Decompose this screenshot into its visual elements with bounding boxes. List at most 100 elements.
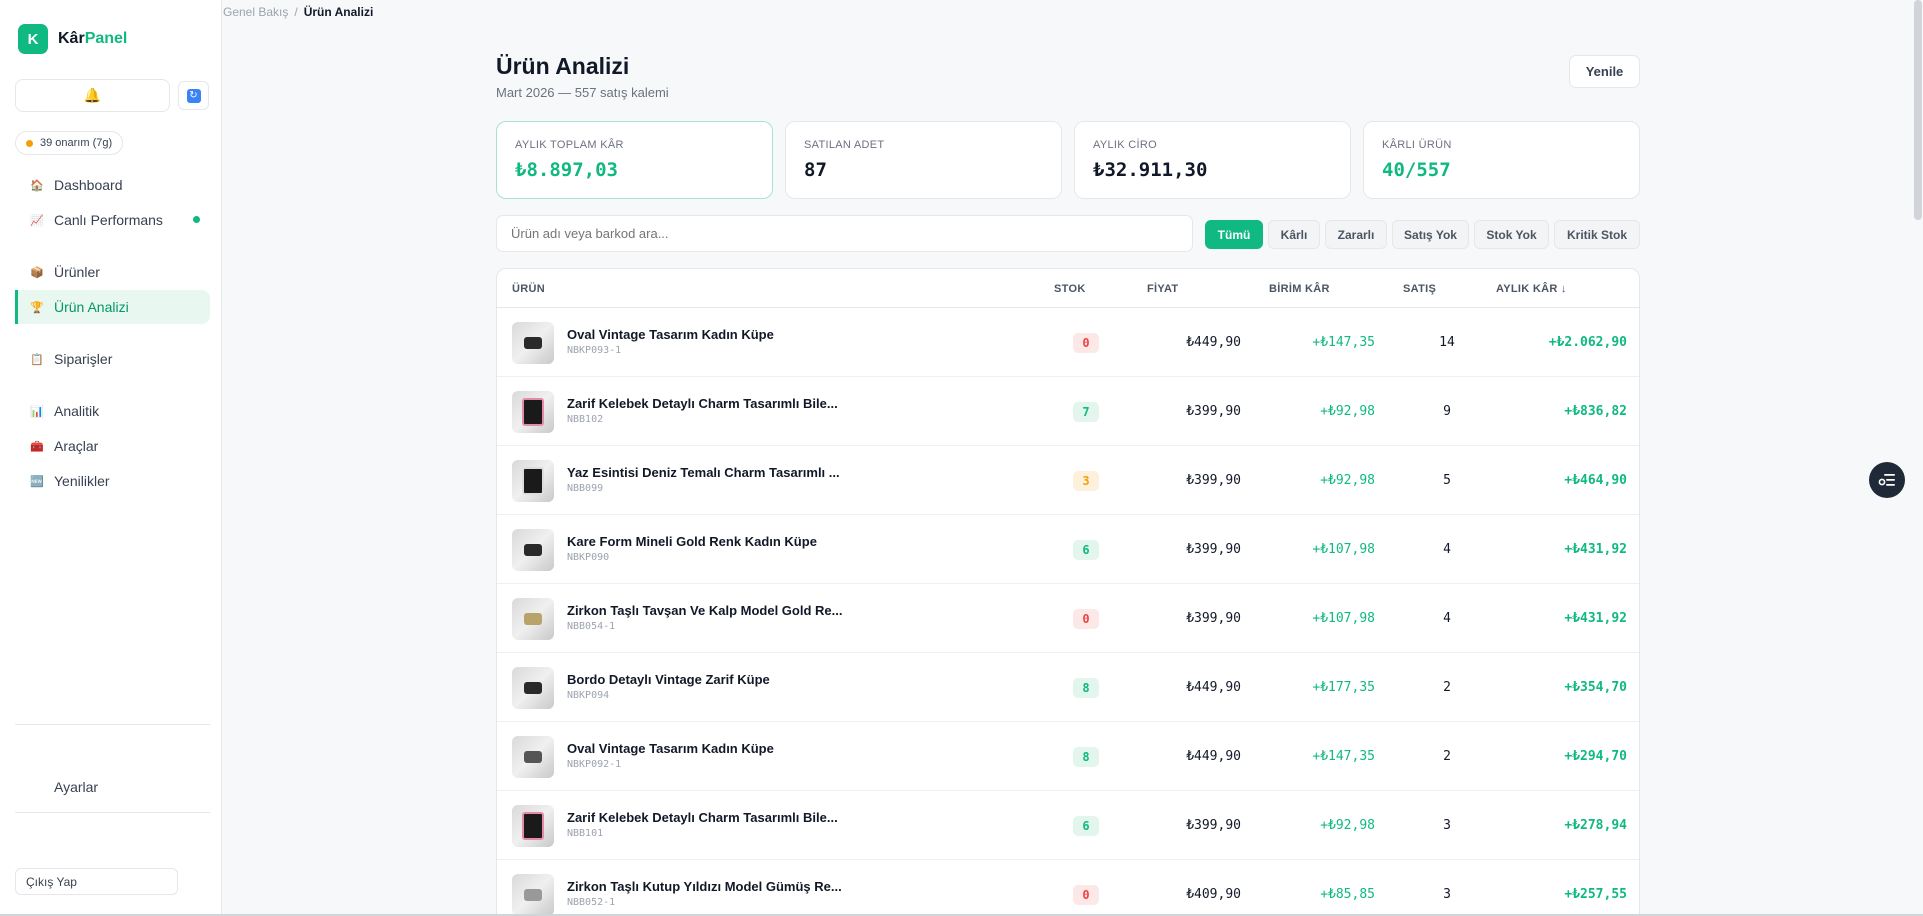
sidebar-item-orders[interactable]: 📋 Siparişler bbox=[15, 342, 210, 376]
gear-icon bbox=[30, 780, 44, 794]
logout-button[interactable]: Çıkış Yap bbox=[15, 868, 178, 895]
price: ₺449,90 bbox=[1186, 680, 1241, 695]
sidebar-item-label: Ürün Analizi bbox=[54, 299, 129, 315]
monthly-profit: +₺257,55 bbox=[1564, 887, 1627, 902]
column-product[interactable]: ÜRÜN bbox=[512, 283, 545, 295]
filter-critical-stock[interactable]: Kritik Stok bbox=[1554, 220, 1640, 249]
product-thumbnail bbox=[512, 874, 554, 916]
monthly-profit: +₺278,94 bbox=[1564, 818, 1627, 833]
breadcrumb: Genel Bakış / Ürün Analizi bbox=[223, 5, 373, 19]
sales-count: 5 bbox=[1443, 473, 1451, 488]
stock-badge: 3 bbox=[1073, 471, 1099, 491]
table-row[interactable]: Yaz Esintisi Deniz Temalı Charm Tasarıml… bbox=[497, 446, 1639, 515]
approval-badge[interactable]: 39 onarım (7g) bbox=[15, 131, 124, 155]
search-input[interactable] bbox=[496, 215, 1193, 252]
sidebar-item-label: Siparişler bbox=[54, 351, 113, 367]
product-code: NBB099 bbox=[567, 483, 604, 494]
approval-text: 39 onarım (7g) bbox=[40, 137, 113, 149]
kpi-monthly-revenue: AYLIK CİRO ₺32.911,30 bbox=[1074, 121, 1351, 199]
box-icon: 📦 bbox=[30, 266, 44, 279]
filter-no-sales[interactable]: Satış Yok bbox=[1392, 220, 1469, 249]
floating-action-button[interactable] bbox=[1869, 462, 1905, 498]
product-name[interactable]: Zarif Kelebek Detaylı Charm Tasarımlı Bi… bbox=[567, 396, 838, 411]
sidebar-item-analytics[interactable]: 📊 Analitik bbox=[15, 394, 210, 428]
brand-logo[interactable]: K KârPanel bbox=[18, 24, 127, 54]
page-title: Ürün Analizi bbox=[496, 53, 630, 79]
sidebar-item-tools[interactable]: 🧰 Araçlar bbox=[15, 429, 210, 463]
price: ₺449,90 bbox=[1186, 335, 1241, 350]
kpi-units-sold: SATILAN ADET 87 bbox=[785, 121, 1062, 199]
bell-icon: 🔔 bbox=[83, 87, 102, 103]
sales-count: 3 bbox=[1443, 818, 1451, 833]
refresh-icon: ↻ bbox=[186, 88, 201, 103]
page-scrollbar[interactable] bbox=[1914, 0, 1922, 220]
product-name[interactable]: Oval Vintage Tasarım Kadın Küpe bbox=[567, 327, 774, 342]
price: ₺399,90 bbox=[1186, 473, 1241, 488]
sidebar-item-label: Yenilikler bbox=[54, 473, 110, 489]
product-name[interactable]: Zirkon Taşlı Tavşan Ve Kalp Model Gold R… bbox=[567, 603, 842, 618]
clipboard-icon: 📋 bbox=[30, 353, 44, 366]
table-row[interactable]: Oval Vintage Tasarım Kadın Küpe NBKP092-… bbox=[497, 722, 1639, 791]
product-thumbnail bbox=[512, 805, 554, 847]
product-name[interactable]: Kare Form Mineli Gold Renk Kadın Küpe bbox=[567, 534, 817, 549]
table-header: ÜRÜN STOK FİYAT BİRİM KÂR SATIŞ AYLIK KÂ… bbox=[497, 269, 1639, 308]
notifications-button[interactable]: 🔔 bbox=[15, 79, 170, 112]
column-stock[interactable]: STOK bbox=[1054, 283, 1086, 295]
table-row[interactable]: Zarif Kelebek Detaylı Charm Tasarımlı Bi… bbox=[497, 377, 1639, 446]
monthly-profit: +₺354,70 bbox=[1564, 680, 1627, 695]
sidebar-item-label: Ayarlar bbox=[54, 779, 99, 795]
sidebar-item-product-analysis[interactable]: 🏆 Ürün Analizi bbox=[15, 290, 210, 324]
sidebar-item-products[interactable]: 📦 Ürünler bbox=[15, 255, 210, 289]
sales-count: 9 bbox=[1443, 404, 1451, 419]
kpi-label: KÂRLI ÜRÜN bbox=[1382, 139, 1452, 151]
price: ₺449,90 bbox=[1186, 749, 1241, 764]
breadcrumb-separator: / bbox=[294, 5, 298, 19]
stock-badge: 6 bbox=[1073, 540, 1099, 560]
product-thumbnail bbox=[512, 460, 554, 502]
sales-count: 4 bbox=[1443, 611, 1451, 626]
table-row[interactable]: Bordo Detaylı Vintage Zarif Küpe NBKP094… bbox=[497, 653, 1639, 722]
filter-all[interactable]: Tümü bbox=[1205, 220, 1263, 249]
tools-icon: 🧰 bbox=[30, 440, 44, 453]
filter-out-of-stock[interactable]: Stok Yok bbox=[1474, 220, 1549, 249]
column-price[interactable]: FİYAT bbox=[1147, 283, 1178, 295]
product-code: NBB054-1 bbox=[567, 621, 616, 632]
product-name[interactable]: Zarif Kelebek Detaylı Charm Tasarımlı Bi… bbox=[567, 810, 838, 825]
product-name[interactable]: Bordo Detaylı Vintage Zarif Küpe bbox=[567, 672, 770, 687]
sidebar-item-label: Canlı Performans bbox=[54, 212, 163, 228]
sales-count: 3 bbox=[1443, 887, 1451, 902]
column-sales[interactable]: SATIŞ bbox=[1403, 283, 1436, 295]
table-row[interactable]: Zirkon Taşlı Tavşan Ve Kalp Model Gold R… bbox=[497, 584, 1639, 653]
filter-loss[interactable]: Zararlı bbox=[1325, 220, 1387, 249]
stock-badge: 8 bbox=[1073, 678, 1099, 698]
filter-profitable[interactable]: Kârlı bbox=[1268, 220, 1320, 249]
refresh-button[interactable]: Yenile bbox=[1569, 55, 1640, 88]
sales-count: 2 bbox=[1443, 680, 1451, 695]
column-unit-profit[interactable]: BİRİM KÂR bbox=[1269, 283, 1330, 295]
sidebar-item-settings[interactable]: Ayarlar bbox=[15, 770, 210, 804]
monthly-profit: +₺464,90 bbox=[1564, 473, 1627, 488]
sidebar-item-live-performance[interactable]: 📈 Canlı Performans bbox=[15, 203, 210, 237]
column-monthly-profit[interactable]: AYLIK KÂR ↓ bbox=[1496, 283, 1567, 295]
stock-badge: 7 bbox=[1073, 402, 1099, 422]
table-row[interactable]: Zirkon Taşlı Kutup Yıldızı Model Gümüş R… bbox=[497, 860, 1639, 916]
breadcrumb-parent-link[interactable]: Genel Bakış bbox=[223, 5, 288, 19]
table-row[interactable]: Oval Vintage Tasarım Kadın Küpe NBKP093-… bbox=[497, 308, 1639, 377]
sales-count: 4 bbox=[1443, 542, 1451, 557]
brand-name: KârPanel bbox=[58, 30, 127, 48]
sidebar-item-dashboard[interactable]: 🏠 Dashboard bbox=[15, 168, 210, 202]
product-name[interactable]: Yaz Esintisi Deniz Temalı Charm Tasarıml… bbox=[567, 465, 840, 480]
product-name[interactable]: Zirkon Taşlı Kutup Yıldızı Model Gümüş R… bbox=[567, 879, 842, 894]
product-name[interactable]: Oval Vintage Tasarım Kadın Küpe bbox=[567, 741, 774, 756]
sales-count: 14 bbox=[1439, 335, 1455, 350]
sales-count: 2 bbox=[1443, 749, 1451, 764]
table-row[interactable]: Zarif Kelebek Detaylı Charm Tasarımlı Bi… bbox=[497, 791, 1639, 860]
kpi-monthly-profit: AYLIK TOPLAM KÂR ₺8.897,03 bbox=[496, 121, 773, 199]
unit-profit: +₺107,98 bbox=[1312, 611, 1375, 626]
bar-chart-icon: 📊 bbox=[30, 405, 44, 418]
unit-profit: +₺147,35 bbox=[1312, 749, 1375, 764]
table-row[interactable]: Kare Form Mineli Gold Renk Kadın Küpe NB… bbox=[497, 515, 1639, 584]
sync-button[interactable]: ↻ bbox=[178, 81, 209, 110]
sidebar-item-whats-new[interactable]: 🆕 Yenilikler bbox=[15, 464, 210, 498]
kpi-label: AYLIK CİRO bbox=[1093, 139, 1157, 151]
